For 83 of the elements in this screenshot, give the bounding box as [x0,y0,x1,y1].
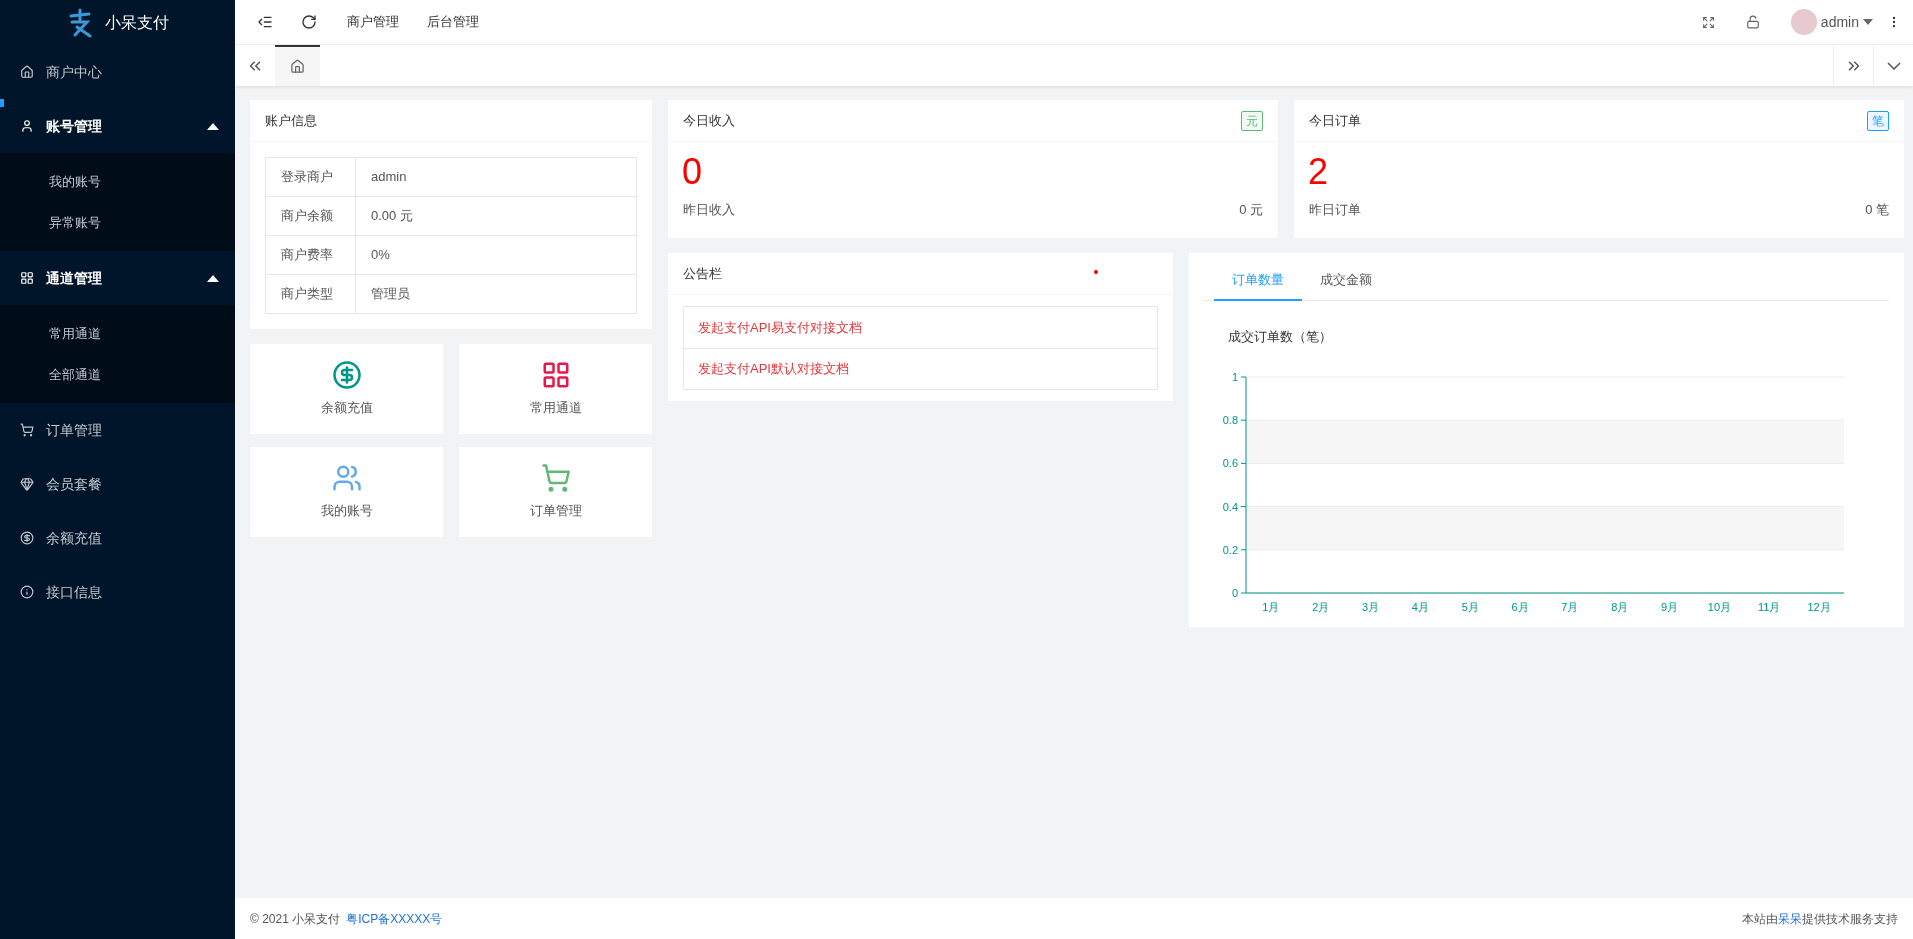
stat-sub-value: 0 元 [1239,201,1263,219]
chart-title: 成交订单数（笔） [1228,328,1333,346]
sidebar-item[interactable]: 订单管理 [0,403,235,457]
submenu-item[interactable]: 我的账号 [0,161,235,202]
x-tick-label: 10月 [1707,600,1732,613]
chevron-down-icon [1886,61,1901,70]
card-title: 今日收入 [683,111,735,130]
home-icon [20,65,34,79]
grid-icon [20,271,34,285]
lock-icon [1745,15,1760,29]
info-icon [20,585,34,599]
table-cell: 商户余额 [265,196,356,236]
stat-label: 昨日收入 [683,201,735,219]
y-tick-label: 1 [1231,370,1238,383]
submenu-item[interactable]: 常用通道 [0,313,235,354]
sidebar-item[interactable]: 余额充值 [0,511,235,565]
active-indicator [0,99,4,107]
y-tick-label: 0.2 [1222,543,1238,556]
table-cell: 0% [355,235,637,275]
shortcut-card[interactable]: 我的账号 [250,447,443,537]
sidebar-item[interactable]: 会员套餐 [0,457,235,511]
table-cell: 0.00 元 [355,196,637,236]
caret-down-icon [1863,19,1873,25]
card-title: 今日订单 [1309,111,1361,130]
refresh-icon [301,14,317,30]
notice-link[interactable]: 发起支付API默认对接文档 [698,359,849,379]
avatar [1790,9,1817,35]
y-tick-label: 0.8 [1222,413,1238,426]
x-tick-label: 7月 [1561,600,1579,613]
submenu-item[interactable]: 异常账号 [0,202,235,243]
stat-label: 昨日订单 [1309,201,1361,219]
notice-link[interactable]: 发起支付API易支付对接文档 [698,317,862,338]
y-tick-label: 0.4 [1222,500,1238,513]
x-tick-label: 2月 [1312,600,1330,613]
x-tick-label: 1月 [1262,600,1280,613]
fullscreen-icon [1702,15,1716,29]
stat-sub-value: 0 笔 [1865,201,1889,219]
card-title: 账户信息 [250,100,652,142]
card-title: 公告栏 [683,264,722,283]
table-cell: admin [355,157,637,197]
submenu-item[interactable]: 全部通道 [0,354,235,395]
x-tick-label: 12月 [1807,600,1831,613]
home-tab[interactable] [275,45,320,86]
chart-tab[interactable]: 成交金额 [1302,260,1390,301]
sidebar-item[interactable]: 接口信息 [0,565,235,619]
x-tick-label: 5月 [1461,600,1479,613]
credit-link[interactable]: 呆呆 [1778,911,1802,926]
credit-text: 本站由呆呆提供技术服务支持 [1742,910,1898,928]
y-tick-label: 0 [1231,586,1238,599]
x-tick-label: 4月 [1411,600,1429,613]
sidebar-item[interactable]: 商户中心 [0,45,235,99]
cart-icon [540,463,571,494]
icp-link[interactable]: 粤ICP备XXXXX号 [346,909,443,928]
cart-icon [20,423,34,437]
x-tick-label: 9月 [1661,600,1679,613]
sidebar-item[interactable]: 账号管理 [0,99,235,153]
stat-value: 0 [681,150,704,194]
table-cell: 商户类型 [265,274,356,314]
shortcut-card[interactable]: 余额充值 [250,344,443,434]
shortcut-card[interactable]: 订单管理 [459,447,652,537]
x-tick-label: 11月 [1758,600,1781,613]
x-tick-label: 6月 [1511,600,1529,613]
user-menu[interactable]: admin [1790,9,1873,35]
y-tick-label: 0.6 [1222,456,1238,469]
user-icon [20,119,34,133]
stat-value: 2 [1307,150,1330,194]
home-icon [290,59,305,74]
x-tick-label: 8月 [1611,600,1629,613]
unit-badge: 笔 [1867,110,1889,131]
brand-name: 小呆支付 [104,12,169,33]
shortcut-card[interactable]: 常用通道 [459,344,652,434]
x-tick-label: 3月 [1362,600,1380,613]
table-cell: 商户费率 [265,235,356,275]
copyright-text: © 2021 小呆支付 [250,910,341,928]
bar-chart: 0 0.2 0.4 0.6 0.8 1 1月 2月 3月 4月 5月 6月 7月 8月 9月 10月 11月 12月 [1204,356,1854,617]
top-menu-link[interactable]: 商户管理 [335,12,411,32]
menu-icon [257,14,273,30]
sidebar-item[interactable]: 通道管理 [0,251,235,305]
top-menu-link[interactable]: 后台管理 [415,12,491,32]
table-cell: 登录商户 [265,157,356,197]
unit-badge: 元 [1241,110,1263,131]
diamond-icon [20,477,34,491]
table-cell: 管理员 [355,274,637,314]
